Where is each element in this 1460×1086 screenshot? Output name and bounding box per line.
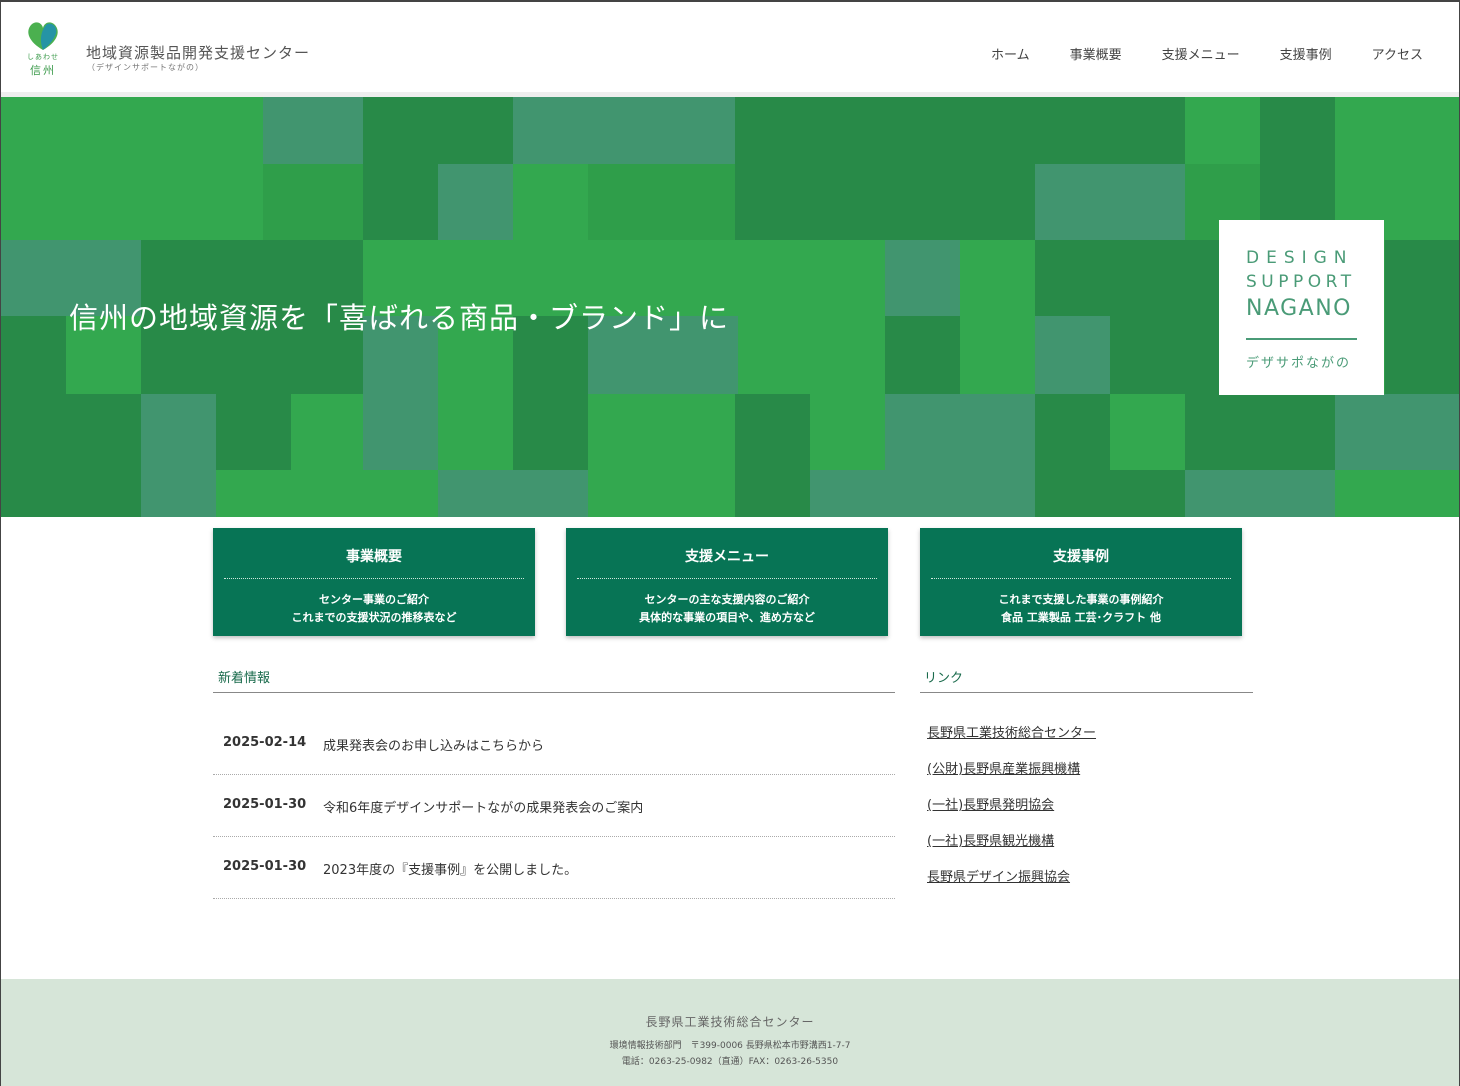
mosaic-tile [1335,97,1459,240]
news-item: 2025-01-30 令和6年度デザインサポートながの成果発表会のご案内 [213,775,895,837]
link-nagano-design-association[interactable]: 長野県デザイン振興協会 [927,866,1070,885]
mosaic-tile [1035,316,1110,394]
badge-line-design: DESIGN [1246,248,1354,268]
main-nav: ホーム 事業概要 支援メニュー 支援事例 アクセス [991,44,1423,63]
mosaic-tile [513,97,735,164]
card-title: 支援メニュー [685,549,769,565]
nav-business-overview[interactable]: 事業概要 [1070,44,1122,63]
mosaic-tile [513,394,588,470]
mosaic-tile [141,394,216,517]
mosaic-tile [216,394,291,470]
card-desc-line2: 具体的な事業の項目や、進め方など [639,611,815,624]
news-date: 2025-01-30 [223,859,307,874]
mosaic-tile [1185,97,1260,164]
mosaic-tile [291,394,363,470]
card-divider [931,578,1231,579]
mosaic-tile [810,470,885,517]
hero-tagline: 信州の地域資源を「喜ばれる商品・ブランド」に [69,301,730,335]
mosaic-tile [885,240,960,316]
mosaic-tile [885,394,1035,517]
card-divider [577,578,877,579]
mosaic-tile [1035,164,1185,240]
mosaic-tile [960,240,1035,394]
hero-banner: 信州の地域資源を「喜ばれる商品・ブランド」に DESIGN SUPPORT NA… [1,97,1459,517]
mosaic-tile [1185,470,1335,517]
mosaic-tile [1185,394,1335,470]
news-link[interactable]: 2023年度の『支援事例』を公開しました。 [323,859,577,878]
mosaic-tile [885,316,960,394]
card-desc-line1: これまで支援した事業の事例紹介 [998,593,1164,606]
nav-support-menu[interactable]: 支援メニュー [1162,44,1240,63]
mosaic-tile [263,97,363,164]
site-subtitle: （デザインサポートながの） [87,63,204,72]
link-nagano-tourism-organization[interactable]: (一社)長野県観光機構 [927,830,1054,849]
news-link[interactable]: 令和6年度デザインサポートながの成果発表会のご案内 [323,797,643,816]
nav-access[interactable]: アクセス [1372,44,1423,63]
badge-line-dezasapo: デザサポながの [1246,356,1352,371]
link-nagano-invention-association[interactable]: (一社)長野県発明協会 [927,794,1054,813]
nav-support-cases[interactable]: 支援事例 [1280,44,1332,63]
card-desc-line2: 食品 工業製品 工芸･クラフト 他 [1001,611,1161,624]
news-item: 2025-02-14 成果発表会のお申し込みはこちらから [213,713,895,775]
mosaic-tile [363,394,438,470]
news-date: 2025-01-30 [223,797,307,812]
mosaic-tile [438,164,513,240]
card-desc-line1: センターの主な支援内容のご紹介 [644,593,810,606]
mosaic-tile [438,394,513,470]
footer-org-name: 長野県工業技術総合センター [645,1015,815,1029]
news-date: 2025-02-14 [223,735,307,750]
card-business-overview[interactable]: 事業概要 センター事業のご紹介 これまでの支援状況の推移表など [213,528,535,636]
link-nagano-industry-promotion[interactable]: (公財)長野県産業振興機構 [927,758,1080,777]
links-heading: リンク [924,671,964,686]
mosaic-tile [513,164,588,240]
site-title[interactable]: 地域資源製品開発支援センター [86,42,310,63]
card-desc-line2: これまでの支援状況の推移表など [291,611,457,624]
badge-rule [1246,338,1357,340]
badge-line-support: SUPPORT [1246,272,1356,292]
news-heading: 新着情報 [218,671,271,686]
mosaic-tile [1035,394,1110,470]
card-desc-line1: センター事業のご紹介 [319,593,429,606]
news-item: 2025-01-30 2023年度の『支援事例』を公開しました。 [213,837,895,899]
news-link[interactable]: 成果発表会のお申し込みはこちらから [323,735,544,754]
design-support-nagano-badge: DESIGN SUPPORT NAGANO デザサポながの [1219,220,1384,395]
mosaic-tile [1110,316,1219,394]
mosaic-tile [1035,240,1219,316]
mosaic-tile [588,394,735,517]
mosaic-tile [735,394,810,517]
mosaic-tile [1,394,141,517]
links-heading-rule [920,692,1253,693]
site-footer: 長野県工業技術総合センター 環境情報技術部門 〒399-0006 長野県松本市野… [1,979,1459,1086]
footer-address: 環境情報技術部門 〒399-0006 長野県松本市野溝西1-7-7 [609,1041,851,1051]
link-nagano-industrial-tech-center[interactable]: 長野県工業技術総合センター [927,722,1096,741]
mosaic-tile [1110,394,1185,470]
mosaic-tile [1110,470,1185,517]
card-divider [224,578,524,579]
mosaic-tile [1,97,263,240]
mosaic-tile [1335,394,1459,470]
mosaic-tile [1260,97,1335,240]
card-title: 事業概要 [346,549,402,565]
site-header: しあわせ 信州 地域資源製品開発支援センター （デザインサポートながの） ホーム… [1,2,1459,92]
mosaic-tile [1385,240,1459,394]
mosaic-tile [438,470,588,517]
card-title: 支援事例 [1053,549,1109,565]
mosaic-tile [1,316,66,394]
nav-home[interactable]: ホーム [991,44,1030,63]
logo-caption-shinshu: 信州 [30,64,56,77]
mosaic-tile [216,470,438,517]
mosaic-tile [1335,470,1459,517]
mosaic-tile [810,394,885,470]
logo-caption: しあわせ [27,53,59,61]
badge-line-nagano: NAGANO [1246,296,1352,321]
card-support-menu[interactable]: 支援メニュー センターの主な支援内容のご紹介 具体的な事業の項目や、進め方など [566,528,888,636]
news-heading-rule [213,692,895,693]
mosaic-tile [1035,470,1110,517]
card-support-cases[interactable]: 支援事例 これまで支援した事業の事例紹介 食品 工業製品 工芸･クラフト 他 [920,528,1242,636]
footer-phone: 電話：0263-25-0982（直通）FAX：0263-26-5350 [621,1057,839,1067]
